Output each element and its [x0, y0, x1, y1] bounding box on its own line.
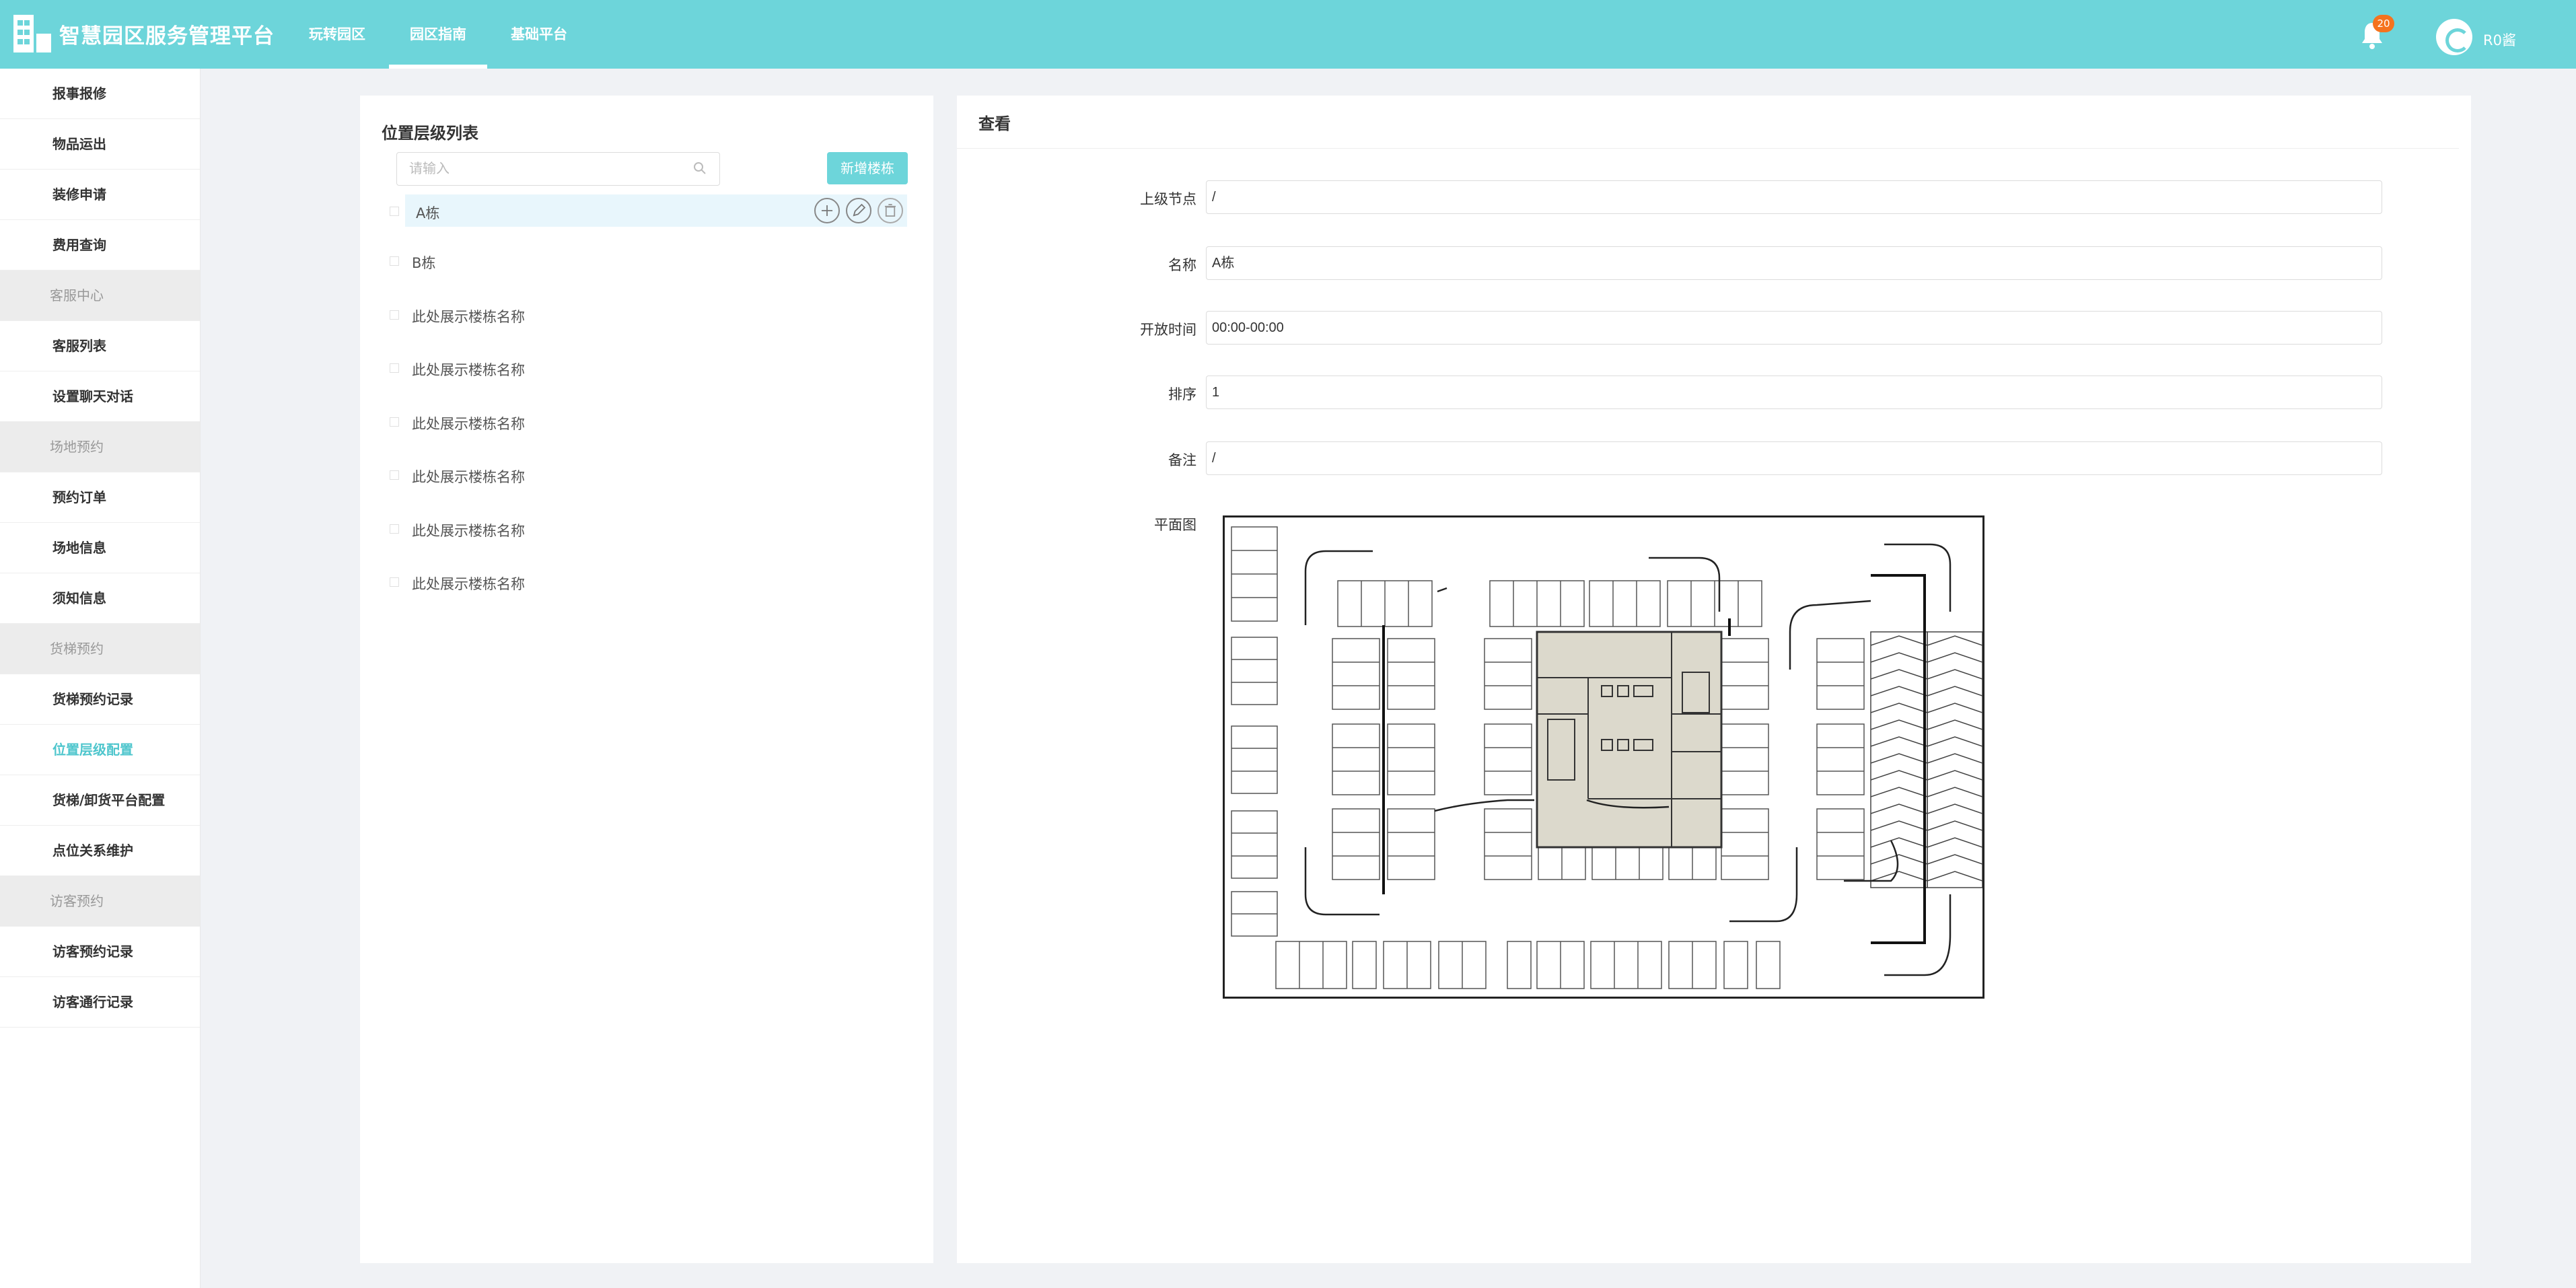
tree-node-label[interactable]: 此处展示楼栋名称 — [412, 573, 525, 594]
tree-node-checkbox[interactable] — [390, 207, 399, 216]
avatar[interactable] — [2436, 19, 2472, 55]
tree-node-label[interactable]: A栋 — [416, 203, 439, 223]
sort-field[interactable]: 1 — [1206, 375, 2382, 409]
name-field[interactable]: A栋 — [1206, 246, 2382, 280]
sidebar-item-renovation[interactable]: 装修申请 — [0, 170, 200, 220]
sidebar-group-customer-service[interactable]: 客服中心 — [0, 271, 200, 321]
field-label-open-time: 开放时间 — [1140, 322, 1196, 338]
app-title: 智慧园区服务管理平台 — [59, 24, 275, 48]
sidebar-group-elevator-booking[interactable]: 货梯预约 — [0, 624, 200, 674]
tree-node-checkbox[interactable] — [390, 524, 399, 534]
tree-node[interactable]: B栋 — [360, 244, 933, 279]
tree-node-label[interactable]: 此处展示楼栋名称 — [412, 359, 525, 380]
field-label-sort: 排序 — [1168, 386, 1196, 402]
tree-node-checkbox[interactable] — [390, 417, 399, 427]
edit-icon[interactable] — [846, 198, 871, 223]
tree-node-label[interactable]: B栋 — [412, 252, 435, 273]
sidebar-item-chat-settings[interactable]: 设置聊天对话 — [0, 371, 200, 422]
tree-node-label[interactable]: 此处展示楼栋名称 — [412, 413, 525, 433]
sidebar-group-venue-booking[interactable]: 场地预约 — [0, 422, 200, 472]
floor-plan-image — [1223, 515, 1984, 999]
nav-tab-play-park[interactable]: 玩转园区 — [300, 0, 374, 69]
sidebar-item-elevator-records[interactable]: 货梯预约记录 — [0, 674, 200, 725]
sidebar-item-fee-query[interactable]: 费用查询 — [0, 220, 200, 271]
top-header: 智慧园区服务管理平台 玩转园区 园区指南 基础平台 20 R0酱 — [0, 0, 2576, 69]
remark-field[interactable]: / — [1206, 441, 2382, 475]
open-time-field[interactable]: 00:00-00:00 — [1206, 311, 2382, 345]
tree-node-checkbox[interactable] — [390, 310, 399, 320]
sidebar-item-location-config[interactable]: 位置层级配置 — [0, 725, 200, 775]
parent-node-field[interactable]: / — [1206, 180, 2382, 214]
tree-node[interactable]: 此处展示楼栋名称 — [360, 512, 933, 547]
sidebar-group-visitor-booking[interactable]: 访客预约 — [0, 876, 200, 927]
field-label-parent: 上级节点 — [1140, 191, 1196, 207]
add-child-icon[interactable] — [814, 198, 840, 223]
app-logo-icon — [13, 15, 52, 52]
sidebar-item-elevator-platform-config[interactable]: 货梯/卸货平台配置 — [0, 775, 200, 826]
tree-node[interactable]: 此处展示楼栋名称 — [360, 565, 933, 600]
tree-node-checkbox[interactable] — [390, 256, 399, 266]
location-tree-panel: 位置层级列表 新增楼栋 A栋 B栋 此处展示楼栋名称 此处展示楼栋名称 — [360, 96, 933, 1263]
search-input[interactable] — [396, 152, 720, 186]
search-icon[interactable] — [693, 162, 707, 175]
panel-title: 位置层级列表 — [382, 124, 478, 143]
add-building-button[interactable]: 新增楼栋 — [827, 152, 908, 184]
divider — [957, 148, 2459, 149]
tree-node-label[interactable]: 此处展示楼栋名称 — [412, 520, 525, 540]
nav-tab-base-platform[interactable]: 基础平台 — [502, 0, 576, 69]
tree-node[interactable]: 此处展示楼栋名称 — [360, 298, 933, 333]
sidebar-item-goods-out[interactable]: 物品运出 — [0, 119, 200, 170]
sidebar-item-venue-info[interactable]: 场地信息 — [0, 523, 200, 573]
tree-node[interactable]: 此处展示楼栋名称 — [360, 458, 933, 493]
field-label-floor-plan: 平面图 — [1154, 517, 1196, 533]
floor-plan-drawing — [1231, 526, 1983, 989]
detail-panel: 查看 上级节点 / 名称 A栋 开放时间 00:00-00:00 排序 1 备注… — [957, 96, 2471, 1263]
sidebar-item-report-repair[interactable]: 报事报修 — [0, 69, 200, 119]
sidebar-item-visitor-pass-records[interactable]: 访客通行记录 — [0, 977, 200, 1028]
sidebar-item-notice-info[interactable]: 须知信息 — [0, 573, 200, 624]
sidebar-item-point-relations[interactable]: 点位关系维护 — [0, 826, 200, 876]
tree-node[interactable]: 此处展示楼栋名称 — [360, 405, 933, 440]
tree-node-label[interactable]: 此处展示楼栋名称 — [412, 306, 525, 326]
notification-badge: 20 — [2373, 15, 2394, 32]
sidebar: 报事报修 物品运出 装修申请 费用查询 客服中心 客服列表 设置聊天对话 场地预… — [0, 69, 201, 1288]
tree-node-checkbox[interactable] — [390, 470, 399, 480]
sidebar-item-booking-orders[interactable]: 预约订单 — [0, 472, 200, 523]
tree-node-checkbox[interactable] — [390, 363, 399, 373]
field-label-name: 名称 — [1168, 257, 1196, 273]
tree-node-label[interactable]: 此处展示楼栋名称 — [412, 466, 525, 487]
delete-icon[interactable] — [878, 198, 903, 223]
nav-tab-park-guide[interactable]: 园区指南 — [389, 0, 487, 69]
sidebar-item-visitor-records[interactable]: 访客预约记录 — [0, 927, 200, 977]
sidebar-item-service-list[interactable]: 客服列表 — [0, 321, 200, 371]
field-label-remark: 备注 — [1168, 452, 1196, 468]
detail-title: 查看 — [978, 114, 1011, 133]
tree-node[interactable]: A栋 — [360, 194, 933, 229]
tree-node-checkbox[interactable] — [390, 577, 399, 587]
tree-node[interactable]: 此处展示楼栋名称 — [360, 351, 933, 386]
user-name[interactable]: R0酱 — [2483, 30, 2516, 50]
